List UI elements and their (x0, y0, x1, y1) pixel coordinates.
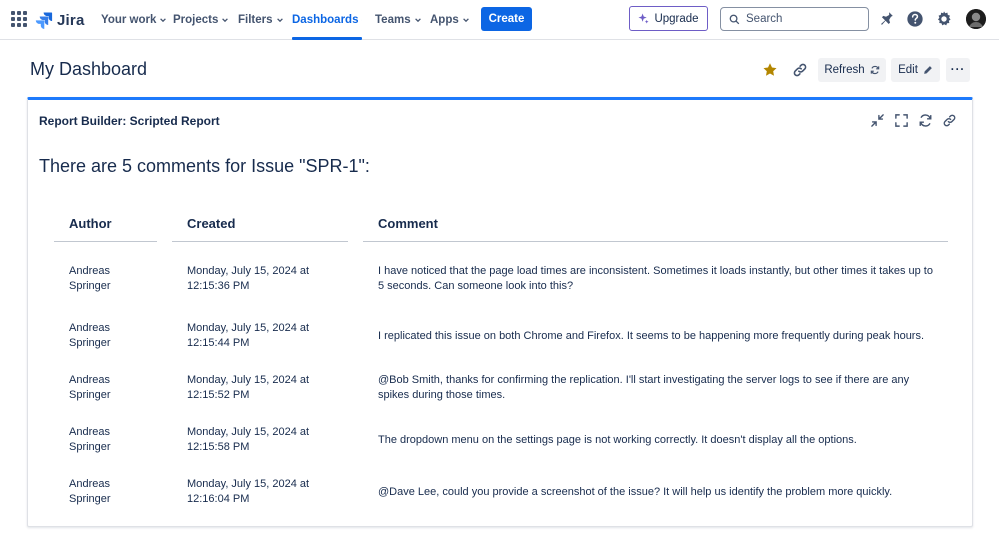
table-row: Andreas Springer Monday, July 15, 2024 a… (54, 362, 948, 414)
more-actions-button[interactable]: ··· (946, 58, 970, 82)
column-gap (157, 310, 172, 362)
cell-created: Monday, July 15, 2024 at 12:15:36 PM (187, 265, 310, 292)
table-row: Andreas Springer Monday, July 15, 2024 a… (54, 310, 948, 362)
column-gap (348, 206, 363, 242)
report-gadget: Report Builder: Scripted Report There ar… (27, 97, 973, 527)
settings-icon[interactable] (935, 10, 953, 28)
nav-apps-label: Apps (430, 14, 459, 26)
column-gap (157, 362, 172, 414)
chevron-down-icon (414, 18, 421, 23)
column-gap (157, 242, 172, 310)
nav-teams-label: Teams (375, 14, 411, 26)
cell-author: Andreas Springer (69, 265, 111, 292)
column-header-created: Created (172, 206, 348, 242)
help-icon[interactable] (906, 10, 924, 28)
search-box[interactable] (720, 7, 869, 31)
search-icon (729, 14, 740, 24)
chevron-down-icon (361, 19, 362, 21)
column-gap (348, 242, 363, 310)
upgrade-label: Upgrade (654, 12, 699, 25)
nav-projects-label: Projects (173, 14, 219, 26)
comments-table: Author Created Comment Andreas Springer … (54, 206, 948, 518)
nav-your-work[interactable]: Your work (101, 0, 167, 40)
cell-created: Monday, July 15, 2024 at 12:15:52 PM (187, 374, 310, 401)
column-gap (157, 414, 172, 466)
upgrade-button[interactable]: Upgrade (629, 6, 708, 31)
jira-logo[interactable]: Jira (35, 9, 85, 31)
cell-comment: I have noticed that the page load times … (378, 265, 933, 292)
cell-author: Andreas Springer (69, 478, 111, 505)
nav-projects[interactable]: Projects (173, 0, 229, 40)
notifications-icon[interactable] (877, 10, 895, 28)
column-gap (348, 362, 363, 414)
chevron-down-icon (160, 18, 167, 23)
table-row: Andreas Springer Monday, July 15, 2024 a… (54, 242, 948, 310)
nav-dashboards[interactable]: Dashboards (292, 0, 362, 40)
edit-button[interactable]: Edit (891, 58, 940, 82)
chevron-down-icon (462, 18, 469, 23)
user-avatar-icon (966, 9, 986, 29)
report-heading: There are 5 comments for Issue "SPR-1": (39, 156, 370, 176)
nav-teams[interactable]: Teams (375, 0, 422, 40)
column-header-author: Author (54, 206, 157, 242)
cell-created: Monday, July 15, 2024 at 12:15:58 PM (187, 426, 310, 453)
edit-label: Edit (898, 64, 918, 76)
column-gap (157, 206, 172, 242)
star-icon[interactable] (762, 62, 778, 78)
maximize-icon[interactable] (894, 113, 909, 128)
cell-comment: @Bob Smith, thanks for confirming the re… (378, 374, 910, 401)
refresh-button[interactable]: Refresh (818, 58, 886, 82)
search-input[interactable] (746, 13, 856, 25)
column-gap (348, 414, 363, 466)
nav-filters-label: Filters (238, 14, 273, 26)
cell-author: Andreas Springer (69, 426, 111, 453)
nav-filters[interactable]: Filters (238, 0, 284, 40)
gadget-refresh-icon[interactable] (918, 113, 933, 128)
app-switcher-icon[interactable] (11, 11, 27, 27)
cell-comment: The dropdown menu on the settings page i… (378, 433, 857, 446)
cell-created: Monday, July 15, 2024 at 12:15:44 PM (187, 322, 310, 349)
pencil-icon (924, 66, 932, 74)
chevron-down-icon (222, 18, 229, 23)
cell-created: Monday, July 15, 2024 at 12:16:04 PM (187, 478, 310, 505)
nav-apps[interactable]: Apps (430, 0, 470, 40)
table-row: Andreas Springer Monday, July 15, 2024 a… (54, 466, 948, 518)
nav-dashboards-label: Dashboards (292, 14, 359, 26)
refresh-icon (870, 65, 879, 75)
column-gap (157, 466, 172, 518)
cell-author: Andreas Springer (69, 322, 111, 349)
nav-your-work-label: Your work (101, 14, 157, 26)
page-title: My Dashboard (30, 59, 148, 79)
create-button[interactable]: Create (481, 7, 532, 31)
copy-link-icon[interactable] (792, 62, 808, 78)
column-header-comment: Comment (363, 206, 948, 242)
chevron-down-icon (276, 18, 283, 23)
table-row: Andreas Springer Monday, July 15, 2024 a… (54, 414, 948, 466)
column-gap (348, 466, 363, 518)
gadget-title: Report Builder: Scripted Report (39, 114, 220, 128)
gadget-link-icon[interactable] (942, 113, 957, 128)
top-navigation: Jira Your work Projects Filters Dashboar… (0, 0, 999, 40)
cell-comment: @Dave Lee, could you provide a screensho… (378, 485, 893, 498)
table-header-row: Author Created Comment (54, 206, 948, 242)
cell-comment: I replicated this issue on both Chrome a… (378, 329, 925, 342)
refresh-label: Refresh (824, 64, 865, 76)
minimize-icon[interactable] (870, 113, 885, 128)
avatar[interactable] (966, 9, 986, 29)
sparkle-icon (638, 13, 649, 24)
jira-logo-icon (35, 12, 53, 29)
logo-text: Jira (57, 11, 85, 29)
column-gap (348, 310, 363, 362)
cell-author: Andreas Springer (69, 374, 111, 401)
